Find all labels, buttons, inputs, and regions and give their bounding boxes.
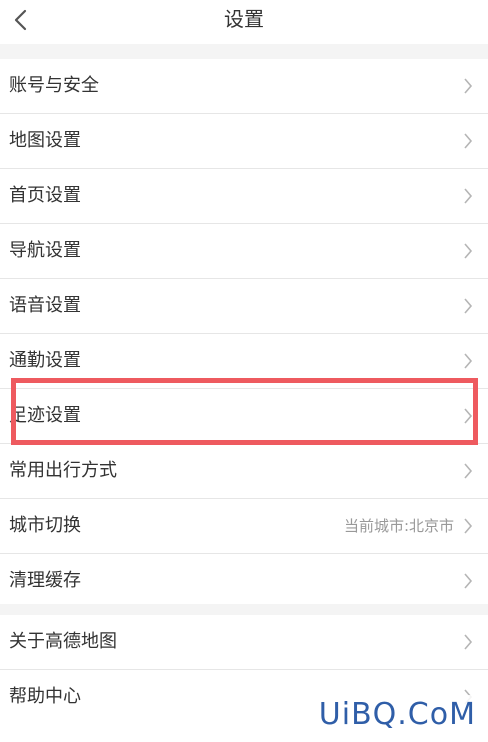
settings-item-clear-cache[interactable]: 清理缓存 bbox=[0, 554, 488, 608]
settings-item-label: 导航设置 bbox=[9, 240, 81, 261]
settings-item-label: 语音设置 bbox=[9, 295, 81, 316]
settings-group-main: 账号与安全 地图设置 首页设置 导航设置 语音设置 通勤设置 足迹设置 常用出行… bbox=[0, 59, 488, 608]
settings-item-label: 帮助中心 bbox=[9, 686, 81, 707]
chevron-right-icon bbox=[464, 243, 473, 259]
chevron-right-icon bbox=[464, 353, 473, 369]
settings-item-city-switch[interactable]: 城市切换 当前城市:北京市 bbox=[0, 499, 488, 554]
chevron-right-icon bbox=[464, 518, 473, 534]
chevron-right-icon bbox=[464, 463, 473, 479]
settings-item-map[interactable]: 地图设置 bbox=[0, 114, 488, 169]
settings-item-footprint[interactable]: 足迹设置 bbox=[0, 389, 488, 444]
settings-item-about[interactable]: 关于高德地图 bbox=[0, 615, 488, 670]
settings-item-navigation[interactable]: 导航设置 bbox=[0, 224, 488, 279]
settings-item-label: 关于高德地图 bbox=[9, 631, 117, 652]
chevron-right-icon bbox=[464, 573, 473, 589]
settings-item-label: 地图设置 bbox=[9, 130, 81, 151]
settings-item-label: 首页设置 bbox=[9, 185, 81, 206]
settings-item-label: 通勤设置 bbox=[9, 350, 81, 371]
settings-item-homepage[interactable]: 首页设置 bbox=[0, 169, 488, 224]
settings-item-label: 清理缓存 bbox=[9, 570, 81, 591]
settings-item-travel-mode[interactable]: 常用出行方式 bbox=[0, 444, 488, 499]
chevron-right-icon bbox=[464, 188, 473, 204]
settings-item-label: 足迹设置 bbox=[9, 405, 81, 426]
section-divider bbox=[0, 44, 488, 59]
settings-item-commute[interactable]: 通勤设置 bbox=[0, 334, 488, 389]
chevron-right-icon bbox=[464, 78, 473, 94]
settings-item-account-security[interactable]: 账号与安全 bbox=[0, 59, 488, 114]
page-title: 设置 bbox=[224, 7, 264, 31]
nav-bar: 设置 bbox=[0, 0, 488, 44]
section-divider bbox=[0, 604, 488, 615]
chevron-right-icon bbox=[464, 634, 473, 650]
settings-item-label: 常用出行方式 bbox=[9, 460, 117, 481]
current-city-value: 当前城市:北京市 bbox=[343, 517, 454, 535]
watermark: UiBQ.CoM bbox=[314, 695, 480, 734]
settings-item-label: 城市切换 bbox=[9, 515, 81, 536]
settings-item-voice[interactable]: 语音设置 bbox=[0, 279, 488, 334]
chevron-right-icon bbox=[464, 133, 473, 149]
chevron-right-icon bbox=[464, 408, 473, 424]
chevron-right-icon bbox=[464, 298, 473, 314]
settings-item-label: 账号与安全 bbox=[9, 75, 99, 96]
